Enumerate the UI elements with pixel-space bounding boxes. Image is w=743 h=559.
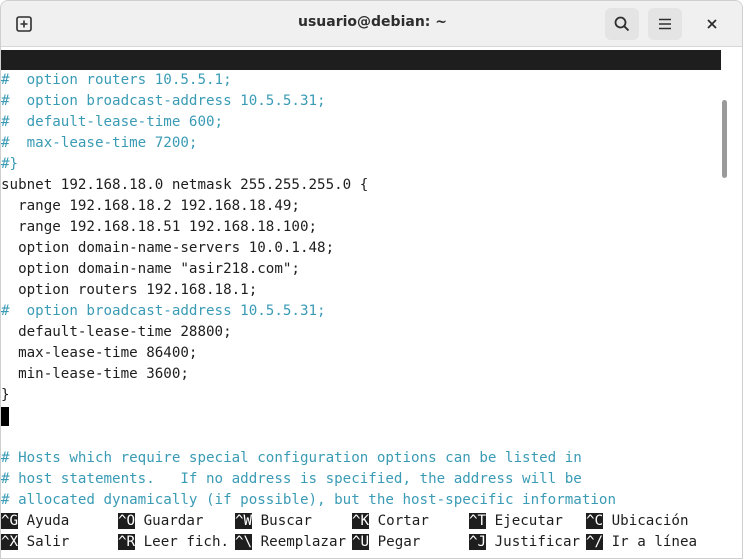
- shortcut-label: Ejecutar: [486, 513, 563, 529]
- editor-line: option domain-name "asir218.com";: [1, 261, 300, 277]
- terminal-area[interactable]: GNU nano 7.2 dhcpd.conf # option routers…: [1, 48, 742, 558]
- shortcut-item: ^X Salir: [1, 532, 69, 553]
- shortcut-label: Reemplazar: [252, 534, 347, 550]
- shortcut-label: Ir a línea: [603, 534, 698, 550]
- editor-line: # host statements. If no address is spec…: [1, 471, 582, 487]
- shortcut-key: ^T: [469, 513, 487, 529]
- shortcut-item: ^U Pegar: [352, 532, 420, 553]
- terminal-window: usuario@debian: ~ GNU nano 7.2 dhcpd.con…: [0, 0, 743, 559]
- editor-line: range 192.168.18.51 192.168.18.100;: [1, 219, 318, 235]
- editor-line: # option routers 10.5.5.1;: [1, 72, 232, 88]
- shortcut-row-1: ^G Ayuda ^O Guardar ^W Buscar ^K Cortar ^T E…: [1, 511, 721, 532]
- editor-line: max-lease-time 86400;: [1, 345, 198, 361]
- shortcut-key: ^G: [1, 513, 19, 529]
- shortcut-key: ^J: [469, 534, 487, 550]
- shortcut-label: Cortar: [369, 513, 429, 529]
- shortcut-item: ^J Justificar: [469, 532, 580, 553]
- shortcut-item: ^C Ubicación: [586, 511, 689, 532]
- editor-line: #}: [1, 156, 19, 172]
- shortcut-key: ^\: [235, 534, 253, 550]
- shortcut-key: ^R: [118, 534, 136, 550]
- shortcut-key: ^W: [235, 513, 253, 529]
- editor-line: # option broadcast-address 10.5.5.31;: [1, 303, 326, 319]
- editor-line: # Hosts which require special configurat…: [1, 450, 582, 466]
- shortcut-label: Pegar: [369, 534, 421, 550]
- shortcut-label: Leer fich.: [135, 534, 230, 550]
- scrollbar[interactable]: [722, 72, 730, 552]
- shortcut-item: ^T Ejecutar: [469, 511, 563, 532]
- editor-line: # default-lease-time 600;: [1, 114, 224, 130]
- shortcut-item: ^/ Ir a línea: [586, 532, 697, 553]
- editor-line: }: [1, 387, 10, 403]
- hamburger-menu-icon: [659, 18, 671, 30]
- nano-title-bar: GNU nano 7.2 dhcpd.conf: [1, 50, 721, 108]
- editor-line: min-lease-time 3600;: [1, 366, 189, 382]
- shortcut-label: Justificar: [486, 534, 581, 550]
- close-button[interactable]: [695, 8, 729, 40]
- shortcut-key: ^X: [1, 534, 19, 550]
- shortcut-item: ^\ Reemplazar: [235, 532, 346, 553]
- header-bar: usuario@debian: ~: [1, 1, 742, 47]
- editor-line: subnet 192.168.18.0 netmask 255.255.255.…: [1, 177, 369, 193]
- menu-button[interactable]: [648, 8, 682, 40]
- cursor-line: [1, 406, 721, 427]
- shortcut-label: Ayuda: [18, 513, 70, 529]
- search-icon: [614, 16, 630, 32]
- editor-line: option routers 192.168.18.1;: [1, 282, 258, 298]
- shortcut-bar: ^G Ayuda ^O Guardar ^W Buscar ^K Cortar ^T E…: [1, 511, 721, 553]
- shortcut-key: ^O: [118, 513, 136, 529]
- shortcut-key: ^/: [586, 534, 604, 550]
- editor-line: default-lease-time 28800;: [1, 324, 232, 340]
- shortcut-label: Guardar: [135, 513, 204, 529]
- search-button[interactable]: [605, 8, 639, 40]
- shortcut-key: ^K: [352, 513, 370, 529]
- close-icon: [707, 19, 717, 29]
- editor-line: # max-lease-time 7200;: [1, 135, 198, 151]
- shortcut-item: ^O Guardar: [118, 511, 203, 532]
- editor-line: option domain-name-servers 10.0.1.48;: [1, 240, 335, 256]
- shortcut-item: ^G Ayuda: [1, 511, 69, 532]
- shortcut-label: Ubicación: [603, 513, 689, 529]
- shortcut-label: Buscar: [252, 513, 312, 529]
- editor-line: # option broadcast-address 10.5.5.31;: [1, 93, 326, 109]
- shortcut-label: Salir: [18, 534, 70, 550]
- editor-buffer[interactable]: # option routers 10.5.5.1; # option broad…: [1, 70, 721, 511]
- shortcut-item: ^W Buscar: [235, 511, 312, 532]
- shortcut-item: ^K Cortar: [352, 511, 429, 532]
- scrollbar-thumb[interactable]: [722, 100, 727, 178]
- text-cursor: [1, 406, 9, 426]
- editor-line: range 192.168.18.2 192.168.18.49;: [1, 198, 300, 214]
- shortcut-key: ^U: [352, 534, 370, 550]
- shortcut-row-2: ^X Salir ^R Leer fich. ^\ Reemplazar ^U Peg…: [1, 532, 721, 553]
- shortcut-key: ^C: [586, 513, 604, 529]
- shortcut-item: ^R Leer fich.: [118, 532, 229, 553]
- editor-line: # allocated dynamically (if possible), b…: [1, 492, 616, 508]
